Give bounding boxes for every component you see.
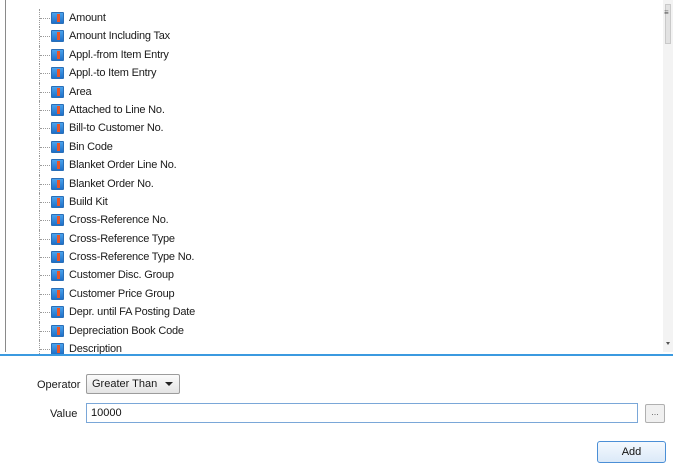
tree-item[interactable]: Amount — [0, 9, 660, 28]
tree-item-label: Amount Including Tax — [69, 30, 170, 43]
field-icon — [51, 140, 64, 153]
field-icon — [51, 103, 64, 116]
tree-item[interactable]: Customer Disc. Group — [0, 266, 660, 285]
tree-item[interactable]: Cross-Reference Type — [0, 229, 660, 249]
field-tree: Amount Amount Including Tax Appl.-from Ite… — [0, 0, 673, 356]
tree-item[interactable]: Area — [0, 82, 660, 101]
field-icon — [51, 287, 64, 300]
lookup-button[interactable]: ... — [645, 404, 665, 423]
tree-item[interactable]: Depreciation Book Code — [0, 321, 660, 341]
tree-item[interactable]: Blanket Order Line No. — [0, 156, 660, 175]
tree-item[interactable]: Bill-to Customer No. — [0, 119, 660, 138]
field-icon — [51, 85, 64, 98]
tree-item-label: Attached to Line No. — [69, 103, 165, 116]
operator-label: Operator — [37, 379, 81, 391]
field-icon — [51, 306, 64, 319]
vertical-scrollbar[interactable] — [663, 0, 673, 352]
add-button[interactable]: Add — [597, 441, 666, 463]
tree-item[interactable]: Build Kit — [0, 192, 660, 212]
tree-item[interactable]: Customer Price Group — [0, 284, 660, 304]
field-icon — [51, 177, 64, 190]
field-icon — [51, 159, 64, 172]
scroll-down-arrow-icon[interactable] — [666, 342, 670, 345]
tree-item[interactable]: Blanket Order No. — [0, 174, 660, 193]
field-icon — [51, 195, 64, 208]
tree-item[interactable]: Depr. until FA Posting Date — [0, 303, 660, 322]
tree-item[interactable]: Appl.-to Item Entry — [0, 64, 660, 83]
tree-item-label: Customer Disc. Group — [69, 269, 174, 282]
field-icon — [51, 232, 64, 245]
field-icon — [51, 30, 64, 43]
tree-item-label: Depr. until FA Posting Date — [69, 306, 196, 319]
field-icon — [51, 12, 64, 24]
field-list: Amount Amount Including Tax Appl.-from Ite… — [0, 9, 660, 356]
tree-item[interactable]: Attached to Line No. — [0, 100, 660, 120]
tree-item[interactable]: Cross-Reference No. — [0, 211, 660, 230]
tree-item-label: Amount — [69, 12, 106, 24]
tree-item-label: Customer Price Group — [69, 287, 175, 300]
tree-item-label: Cross-Reference Type — [69, 232, 175, 245]
tree-item[interactable]: Bin Code — [0, 137, 660, 157]
tree-item[interactable]: Appl.-from Item Entry — [0, 45, 660, 65]
tree-item-label: Bin Code — [69, 140, 113, 153]
operator-dropdown[interactable]: Greater Than — [86, 374, 180, 394]
tree-item-label: Bill-to Customer No. — [69, 122, 164, 135]
value-label: Value — [50, 408, 78, 420]
tree-item-label: Build Kit — [69, 195, 108, 208]
value-input[interactable] — [86, 403, 638, 423]
tree-item-label: Area — [69, 85, 92, 98]
field-icon — [51, 269, 64, 282]
scroll-grip-icon: ≡ — [664, 8, 669, 17]
field-icon — [51, 214, 64, 227]
tree-item[interactable]: Amount Including Tax — [0, 27, 660, 46]
field-icon — [51, 48, 64, 61]
tree-item-label: Appl.-from Item Entry — [69, 48, 169, 61]
tree-item-label: Blanket Order Line No. — [69, 159, 177, 172]
tree-item-label: Appl.-to Item Entry — [69, 67, 157, 80]
chevron-down-icon — [165, 382, 173, 386]
tree-item[interactable]: Cross-Reference Type No. — [0, 248, 660, 267]
field-icon — [51, 122, 64, 135]
tree-item-label: Cross-Reference No. — [69, 214, 169, 227]
tree-item-label: Blanket Order No. — [69, 177, 154, 190]
tree-item-label: Depreciation Book Code — [69, 324, 184, 337]
panel-divider — [0, 354, 673, 356]
tree-item-label: Cross-Reference Type No. — [69, 251, 195, 264]
field-icon — [51, 324, 64, 337]
field-icon — [51, 67, 64, 80]
field-icon — [51, 251, 64, 264]
operator-selected-value: Greater Than — [92, 378, 158, 390]
